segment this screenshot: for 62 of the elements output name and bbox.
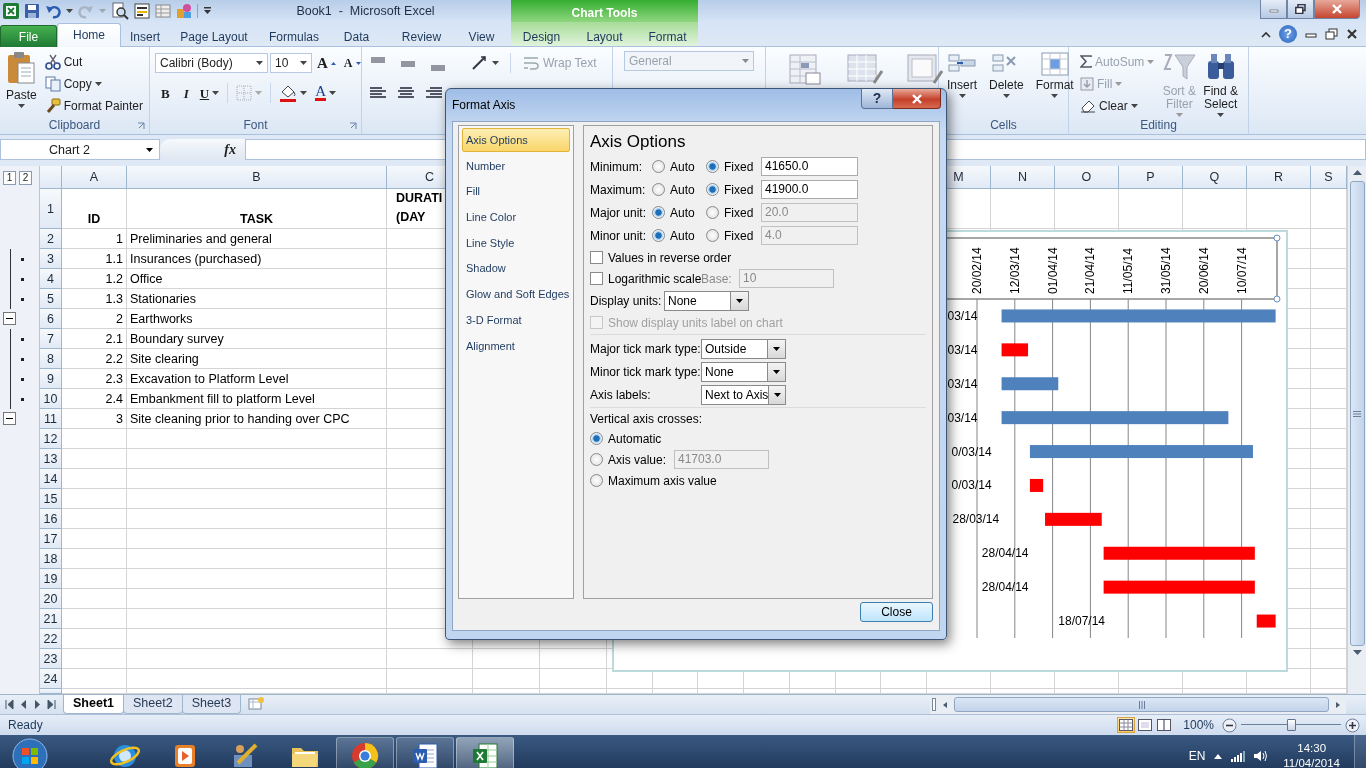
table-cell: 2.4 [62, 389, 127, 409]
table-cell: 2 [62, 309, 127, 329]
dialog-title: Format Axis [451, 97, 516, 114]
axis-label: 12/03/14 [1007, 247, 1022, 294]
axis-label: 21/04/14 [1083, 247, 1098, 294]
field-label: Minimum: [590, 159, 643, 174]
axis-label: 01/04/14 [1045, 247, 1060, 294]
data-label: 03/14 [947, 376, 978, 391]
field-label: Base: [701, 271, 733, 286]
data-label: 18/07/14 [1058, 614, 1106, 629]
field-label: Vertical axis crosses: [590, 412, 704, 426]
field-label: Minor tick mark type: [590, 364, 701, 379]
data-label: 0/03/14 [951, 444, 992, 459]
data-label: 28/04/14 [981, 546, 1029, 561]
data-label: 03/14 [947, 342, 978, 357]
clock-time: 14:30 [1297, 740, 1327, 756]
context-tab-group-label: Chart Tools [511, 0, 698, 22]
group-label: Font [243, 118, 268, 134]
table-cell: Excavation to Platform Level [127, 369, 387, 389]
data-label: 28/03/14 [952, 512, 1000, 527]
data-label: 28/04/14 [981, 580, 1029, 595]
field-label: Maximum: [590, 182, 647, 197]
field-label: Display units: [590, 293, 663, 308]
table-cell: 2.2 [62, 349, 127, 369]
table-cell: 1.1 [62, 249, 127, 269]
table-cell: Preliminaries and general [127, 229, 387, 249]
clock-date: 11/04/2014 [1283, 755, 1340, 768]
axis-label: 20/02/14 [970, 247, 984, 294]
axis-label: 10/07/14 [1234, 247, 1249, 294]
group-label: Cells [990, 118, 1017, 134]
table-cell: Earthworks [127, 309, 387, 329]
status-text: Ready [8, 718, 43, 732]
table-cell: Insurances (purchased) [127, 249, 387, 269]
data-label: 0/03/14 [951, 478, 992, 493]
axis-label: 31/05/14 [1159, 247, 1173, 294]
data-label: 03/14 [947, 410, 978, 425]
axis-label: 11/05/14 [1121, 248, 1136, 294]
field-label: Axis labels: [590, 387, 652, 402]
table-cell: 3 [62, 409, 127, 429]
table-cell: 2.1 [62, 329, 127, 349]
table-cell: Boundary survey [127, 329, 387, 349]
section-heading: Axis Options [590, 132, 687, 153]
data-label: 03/14 [947, 308, 978, 323]
group-label: Editing [1140, 118, 1177, 134]
table-cell: Embankment fill to platform Level [127, 389, 387, 409]
zoom-level: 100% [1183, 718, 1214, 732]
table-cell: TASK [127, 189, 387, 229]
table-cell: Site cleaning prior to handing over CPC [127, 409, 387, 429]
table-cell: Stationaries [127, 289, 387, 309]
field-label: Minor unit: [590, 228, 648, 243]
group-label: Clipboard [48, 118, 101, 134]
table-cell: 1.3 [62, 289, 127, 309]
table-cell: ID [62, 189, 127, 229]
table-cell: Site clearing [127, 349, 387, 369]
table-cell: Office [127, 269, 387, 289]
axis-label: 20/06/14 [1196, 247, 1211, 294]
table-cell: 1.2 [62, 269, 127, 289]
table-cell: 1 [62, 229, 127, 249]
field-label: Major tick mark type: [590, 341, 701, 356]
table-cell: 2.3 [62, 369, 127, 389]
window-title: Book1 - Microsoft Excel [295, 3, 436, 20]
field-label: Major unit: [590, 205, 648, 220]
